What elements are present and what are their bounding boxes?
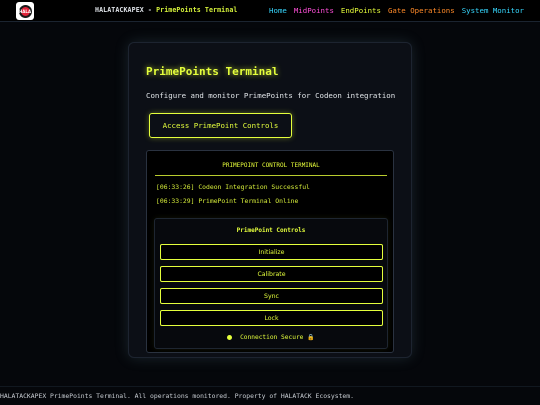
- nav-endpoints[interactable]: EndPoints: [341, 6, 381, 15]
- controls-title: PrimePoint Controls: [236, 227, 306, 234]
- access-controls-button[interactable]: Access PrimePoint Controls: [149, 113, 292, 138]
- control-terminal: PRIMEPOINT CONTROL TERMINAL [06:33:26] C…: [146, 150, 394, 353]
- log-line: [06:33:29] PrimePoint Terminal Online: [156, 197, 299, 205]
- page-description: Configure and monitor PrimePoints for Co…: [146, 91, 396, 100]
- nav-midpoints[interactable]: MidPoints: [294, 6, 334, 15]
- status-dot-icon: [227, 335, 233, 340]
- logo-emblem-icon: HALA: [18, 4, 32, 18]
- terminal-heading: PRIMEPOINT CONTROL TERMINAL: [222, 162, 320, 169]
- calibrate-button[interactable]: Calibrate: [160, 266, 383, 282]
- connection-status: Connection Secure 🔒: [155, 334, 387, 341]
- main-card: PrimePoints Terminal Configure and monit…: [128, 42, 412, 358]
- initialize-button[interactable]: Initialize: [160, 244, 383, 260]
- nav-home[interactable]: Home: [269, 6, 287, 15]
- brand-separator: -: [143, 6, 157, 14]
- nav-links: Home MidPoints EndPoints Gate Operations…: [269, 6, 524, 15]
- footer-divider: [0, 386, 540, 387]
- sync-button[interactable]: Sync: [160, 288, 383, 304]
- lock-button[interactable]: Lock: [160, 310, 383, 326]
- logo-text: HALA: [18, 8, 32, 14]
- page-title: PrimePoints Terminal: [146, 65, 279, 78]
- nav-gate-operations[interactable]: Gate Operations: [388, 6, 455, 15]
- nav-system-monitor[interactable]: System Monitor: [462, 6, 524, 15]
- status-text: Connection Secure: [240, 334, 304, 341]
- brand-name: HALATACKAPEX: [95, 6, 144, 14]
- logo[interactable]: HALA: [16, 2, 34, 20]
- terminal-divider: [155, 175, 387, 176]
- lock-icon: 🔒: [307, 334, 315, 341]
- log-line: [06:33:26] Codeon Integration Successful: [156, 183, 310, 191]
- brand-subtitle: PrimePoints Terminal: [156, 6, 238, 14]
- brand-title: HALATACKAPEX - PrimePoints Terminal: [95, 6, 237, 14]
- footer-text: HALATACKAPEX PrimePoints Terminal. All o…: [0, 392, 354, 400]
- top-navbar: HALA HALATACKAPEX - PrimePoints Terminal…: [0, 0, 540, 22]
- controls-panel: PrimePoint Controls Initialize Calibrate…: [154, 218, 388, 349]
